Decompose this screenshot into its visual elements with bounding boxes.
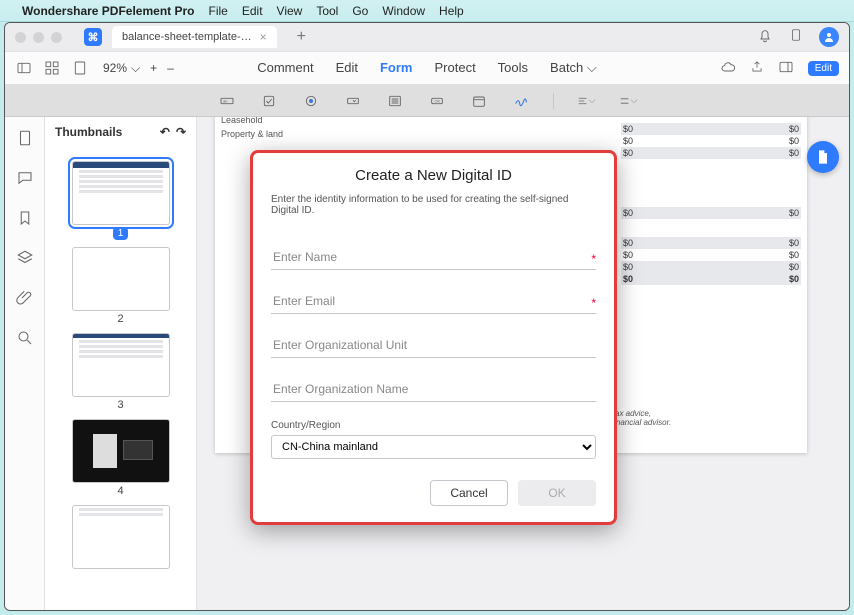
attachment-icon[interactable] (16, 289, 34, 307)
tab-comment[interactable]: Comment (257, 60, 313, 76)
modal-title: Create a New Digital ID (253, 153, 614, 190)
org-unit-input[interactable] (271, 332, 596, 358)
layers-icon[interactable] (16, 249, 34, 267)
bookmark-icon[interactable] (16, 209, 34, 227)
zoom-in-button[interactable]: + (150, 61, 157, 75)
main-tabs: Comment Edit Form Protect Tools Batch ⌵ (257, 60, 597, 76)
floating-action-button[interactable] (807, 141, 839, 173)
tab-batch[interactable]: Batch ⌵ (550, 60, 597, 76)
thumbnail-3-number: 3 (55, 399, 186, 411)
thumbnail-4[interactable] (72, 419, 170, 483)
view-continuous-icon[interactable] (71, 59, 89, 77)
rotate-left-icon[interactable]: ↶ (160, 125, 170, 139)
comment-icon[interactable] (16, 169, 34, 187)
share-icon[interactable] (750, 59, 764, 78)
menu-window[interactable]: Window (382, 4, 425, 18)
org-name-input[interactable] (271, 376, 596, 402)
app-logo-icon: ⌘ (84, 28, 102, 46)
country-select[interactable]: CN-China mainland (271, 435, 596, 459)
close-window-button[interactable] (15, 32, 26, 43)
name-input[interactable] (271, 244, 596, 270)
tab-protect[interactable]: Protect (434, 60, 475, 76)
thumbnail-3[interactable] (72, 333, 170, 397)
device-icon[interactable] (789, 26, 803, 49)
main-toolbar: 92% ⌵ + – Comment Edit Form Protect Tool… (5, 51, 849, 85)
menu-edit[interactable]: Edit (242, 4, 263, 18)
window-titlebar: ⌘ balance-sheet-template-… × + (5, 23, 849, 51)
page-icon[interactable] (16, 129, 34, 147)
view-thumbs-icon[interactable] (43, 59, 61, 77)
window-traffic-lights (15, 32, 62, 43)
zoom-out-button[interactable]: – (167, 61, 174, 75)
minimize-window-button[interactable] (33, 32, 44, 43)
app-name[interactable]: Wondershare PDFelement Pro (22, 4, 195, 18)
tab-tools[interactable]: Tools (498, 60, 528, 76)
new-tab-button[interactable]: + (287, 28, 316, 46)
app-window: ⌘ balance-sheet-template-… × + 92% ⌵ + –… (4, 22, 850, 611)
menu-view[interactable]: View (277, 4, 303, 18)
cancel-button[interactable]: Cancel (430, 480, 508, 506)
bell-icon[interactable] (757, 27, 773, 48)
zoom-value: 92% (103, 61, 127, 75)
right-sidebar-icon[interactable] (778, 59, 794, 78)
country-label: Country/Region (271, 420, 596, 431)
menu-file[interactable]: File (209, 4, 228, 18)
rotate-right-icon[interactable]: ↷ (176, 125, 186, 139)
required-marker: * (591, 296, 596, 310)
chevron-down-icon: ⌵ (587, 60, 597, 75)
thumbnail-2-number: 2 (55, 313, 186, 325)
fullscreen-window-button[interactable] (51, 32, 62, 43)
edit-mode-button[interactable]: Edit (808, 61, 839, 76)
tab-form[interactable]: Form (380, 60, 413, 76)
left-rail (5, 117, 45, 610)
thumbnail-5[interactable] (72, 505, 170, 569)
cloud-icon[interactable] (720, 59, 736, 78)
close-tab-icon[interactable]: × (260, 30, 267, 44)
thumbnails-panel: Thumbnails ↶ ↷ 1 2 3 (45, 117, 197, 610)
menu-go[interactable]: Go (352, 4, 368, 18)
mac-menubar: Wondershare PDFelement Pro File Edit Vie… (0, 0, 854, 22)
tab-edit[interactable]: Edit (336, 60, 358, 76)
search-icon[interactable] (16, 329, 34, 347)
thumbnail-2[interactable] (72, 247, 170, 311)
user-avatar[interactable] (819, 27, 839, 47)
menu-help[interactable]: Help (439, 4, 464, 18)
required-marker: * (591, 252, 596, 266)
email-input[interactable] (271, 288, 596, 314)
sidebar-toggle-icon[interactable] (15, 59, 33, 77)
digital-id-modal: Create a New Digital ID Enter the identi… (250, 150, 617, 525)
thumbnail-4-number: 4 (55, 485, 186, 497)
menu-tool[interactable]: Tool (316, 4, 338, 18)
thumbnails-title: Thumbnails (55, 125, 122, 139)
thumbnail-1[interactable] (72, 161, 170, 225)
zoom-control[interactable]: 92% ⌵ (103, 61, 140, 76)
thumbnail-1-number: 1 (55, 227, 186, 239)
doc-values: $0$0 $0$0 $0$0 $0$0 $0$0 $0$0 $0$0 $0$0 (621, 123, 801, 285)
modal-description: Enter the identity information to be use… (253, 190, 614, 226)
chevron-down-icon: ⌵ (131, 61, 140, 76)
ok-button[interactable]: OK (518, 480, 596, 506)
document-tab[interactable]: balance-sheet-template-… × (112, 26, 277, 48)
document-tab-title: balance-sheet-template-… (122, 31, 252, 43)
